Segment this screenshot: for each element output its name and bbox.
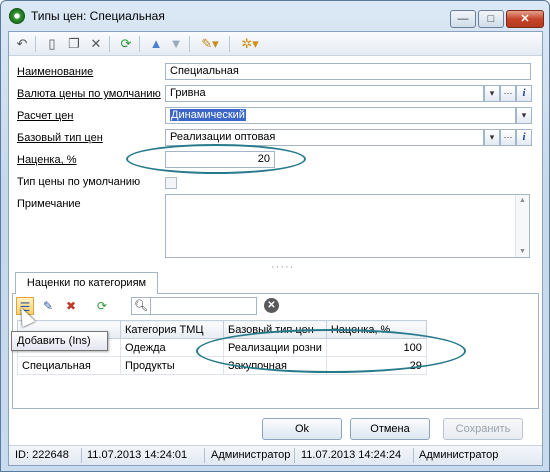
delete-icon[interactable]: ✕ bbox=[87, 35, 105, 53]
column-header[interactable]: Категория ТМЦ bbox=[120, 320, 224, 339]
title-bar: Типы цен: Специальная — □ ✕ bbox=[1, 1, 549, 31]
clear-search-icon[interactable]: ✕ bbox=[264, 298, 279, 313]
delete-row-icon[interactable]: ✖ bbox=[62, 297, 80, 315]
move-down-icon[interactable]: ▼ bbox=[167, 35, 185, 53]
app-gear-icon bbox=[9, 8, 25, 24]
copy-icon[interactable]: ❐ bbox=[65, 35, 83, 53]
ok-button[interactable]: Ok bbox=[262, 418, 342, 440]
grid-refresh-icon[interactable]: ⟳ bbox=[93, 297, 111, 315]
note-scrollbar[interactable]: ▲ ▼ bbox=[515, 195, 529, 257]
markup-field[interactable]: 20 bbox=[165, 151, 275, 168]
table-row[interactable]: Специальная Продукты Закупочная 29 bbox=[17, 356, 427, 375]
default-price-checkbox[interactable] bbox=[165, 177, 177, 189]
save-button[interactable]: Сохранить bbox=[443, 418, 523, 440]
window-title: Типы цен: Специальная bbox=[31, 9, 165, 23]
currency-select-button[interactable]: ··· bbox=[500, 85, 516, 102]
cancel-button[interactable]: Отмена bbox=[350, 418, 430, 440]
note-textarea[interactable]: ▲ ▼ bbox=[165, 194, 530, 258]
new-document-icon[interactable]: ▯ bbox=[43, 35, 61, 53]
dialog-window: Типы цен: Специальная — □ ✕ ↶ ▯ ❐ ✕ ⟳ ▲ … bbox=[0, 0, 550, 472]
note-label: Примечание bbox=[17, 198, 81, 210]
edit-row-icon[interactable]: ✎ bbox=[39, 297, 57, 315]
currency-dropdown-button[interactable]: ▾ bbox=[484, 85, 500, 102]
scroll-up-icon[interactable]: ▲ bbox=[519, 197, 526, 204]
calc-field[interactable]: Динамический bbox=[165, 107, 516, 124]
column-header[interactable]: Наценка, % bbox=[325, 320, 427, 339]
record-id: ID: 222648 bbox=[15, 449, 69, 461]
table-cell[interactable]: Специальная bbox=[17, 356, 121, 375]
toolbar-separator bbox=[229, 36, 230, 52]
scroll-down-icon[interactable]: ▼ bbox=[519, 248, 526, 255]
main-toolbar: ↶ ▯ ❐ ✕ ⟳ ▲ ▼ ✎▾ ✲▾ bbox=[9, 32, 542, 56]
grid-search-input[interactable] bbox=[150, 298, 254, 314]
table-cell[interactable]: Реализации розни bbox=[223, 338, 327, 357]
category-markups-panel: ☰ ✎ ✖ ⟳ 🔍︎ ✕ Категория ТМЦ Базовый тип ц… bbox=[12, 293, 539, 409]
status-separator bbox=[81, 448, 82, 463]
status-separator bbox=[294, 448, 295, 463]
toolbar-separator bbox=[35, 36, 36, 52]
settings-dropdown-icon[interactable]: ✲▾ bbox=[237, 35, 263, 53]
table-cell[interactable]: Закупочная bbox=[223, 356, 327, 375]
markup-label: Наценка, % bbox=[17, 154, 77, 166]
tools-dropdown-icon[interactable]: ✎▾ bbox=[197, 35, 223, 53]
toolbar-separator bbox=[109, 36, 110, 52]
currency-field[interactable]: Гривна bbox=[165, 85, 484, 102]
base-type-field[interactable]: Реализации оптовая bbox=[165, 129, 484, 146]
name-field[interactable]: Специальная bbox=[165, 63, 531, 80]
base-type-dropdown-button[interactable]: ▾ bbox=[484, 129, 500, 146]
undo-icon[interactable]: ↶ bbox=[13, 35, 31, 53]
grid-search-box: 🔍︎ bbox=[131, 297, 257, 315]
default-price-label: Тип цены по умолчанию bbox=[17, 176, 141, 188]
calc-value: Динамический bbox=[170, 109, 246, 121]
table-cell[interactable]: Одежда bbox=[120, 338, 224, 357]
search-icon: 🔍︎ bbox=[134, 300, 148, 312]
move-up-icon[interactable]: ▲ bbox=[147, 35, 165, 53]
table-cell[interactable]: 29 bbox=[325, 356, 427, 375]
table-cell[interactable]: Продукты bbox=[120, 356, 224, 375]
minimize-button[interactable]: — bbox=[450, 10, 476, 28]
calc-dropdown-button[interactable]: ▾ bbox=[516, 107, 532, 124]
base-type-info-icon[interactable]: i bbox=[516, 129, 532, 146]
close-button[interactable]: ✕ bbox=[506, 10, 544, 28]
dialog-client-area: ↶ ▯ ❐ ✕ ⟳ ▲ ▼ ✎▾ ✲▾ Наименование Специал… bbox=[8, 31, 543, 466]
created-date: 11.07.2013 14:24:01 bbox=[87, 449, 188, 461]
add-tooltip: Добавить (Ins) bbox=[11, 331, 108, 351]
base-type-select-button[interactable]: ··· bbox=[500, 129, 516, 146]
currency-info-icon[interactable]: i bbox=[516, 85, 532, 102]
maximize-button[interactable]: □ bbox=[478, 10, 504, 28]
status-separator bbox=[204, 448, 205, 463]
created-by: Администратор bbox=[211, 449, 291, 461]
base-type-label: Базовый тип цен bbox=[17, 132, 103, 144]
currency-label: Валюта цены по умолчанию bbox=[17, 88, 161, 100]
toolbar-separator bbox=[139, 36, 140, 52]
modified-date: 11.07.2013 14:24:24 bbox=[301, 449, 402, 461]
status-bar: ID: 222648 11.07.2013 14:24:01 Администр… bbox=[9, 445, 542, 465]
column-header[interactable]: Базовый тип цен bbox=[223, 320, 327, 339]
table-cell[interactable]: 100 bbox=[325, 338, 427, 357]
refresh-icon[interactable]: ⟳ bbox=[117, 35, 135, 53]
calc-label: Расчет цен bbox=[17, 110, 74, 122]
modified-by: Администратор bbox=[419, 449, 499, 461]
tab-category-markups[interactable]: Наценки по категориям bbox=[15, 272, 158, 294]
toolbar-separator bbox=[189, 36, 190, 52]
name-label: Наименование bbox=[17, 66, 94, 78]
splitter-grip[interactable]: ····· bbox=[271, 261, 294, 273]
status-separator bbox=[413, 448, 414, 463]
